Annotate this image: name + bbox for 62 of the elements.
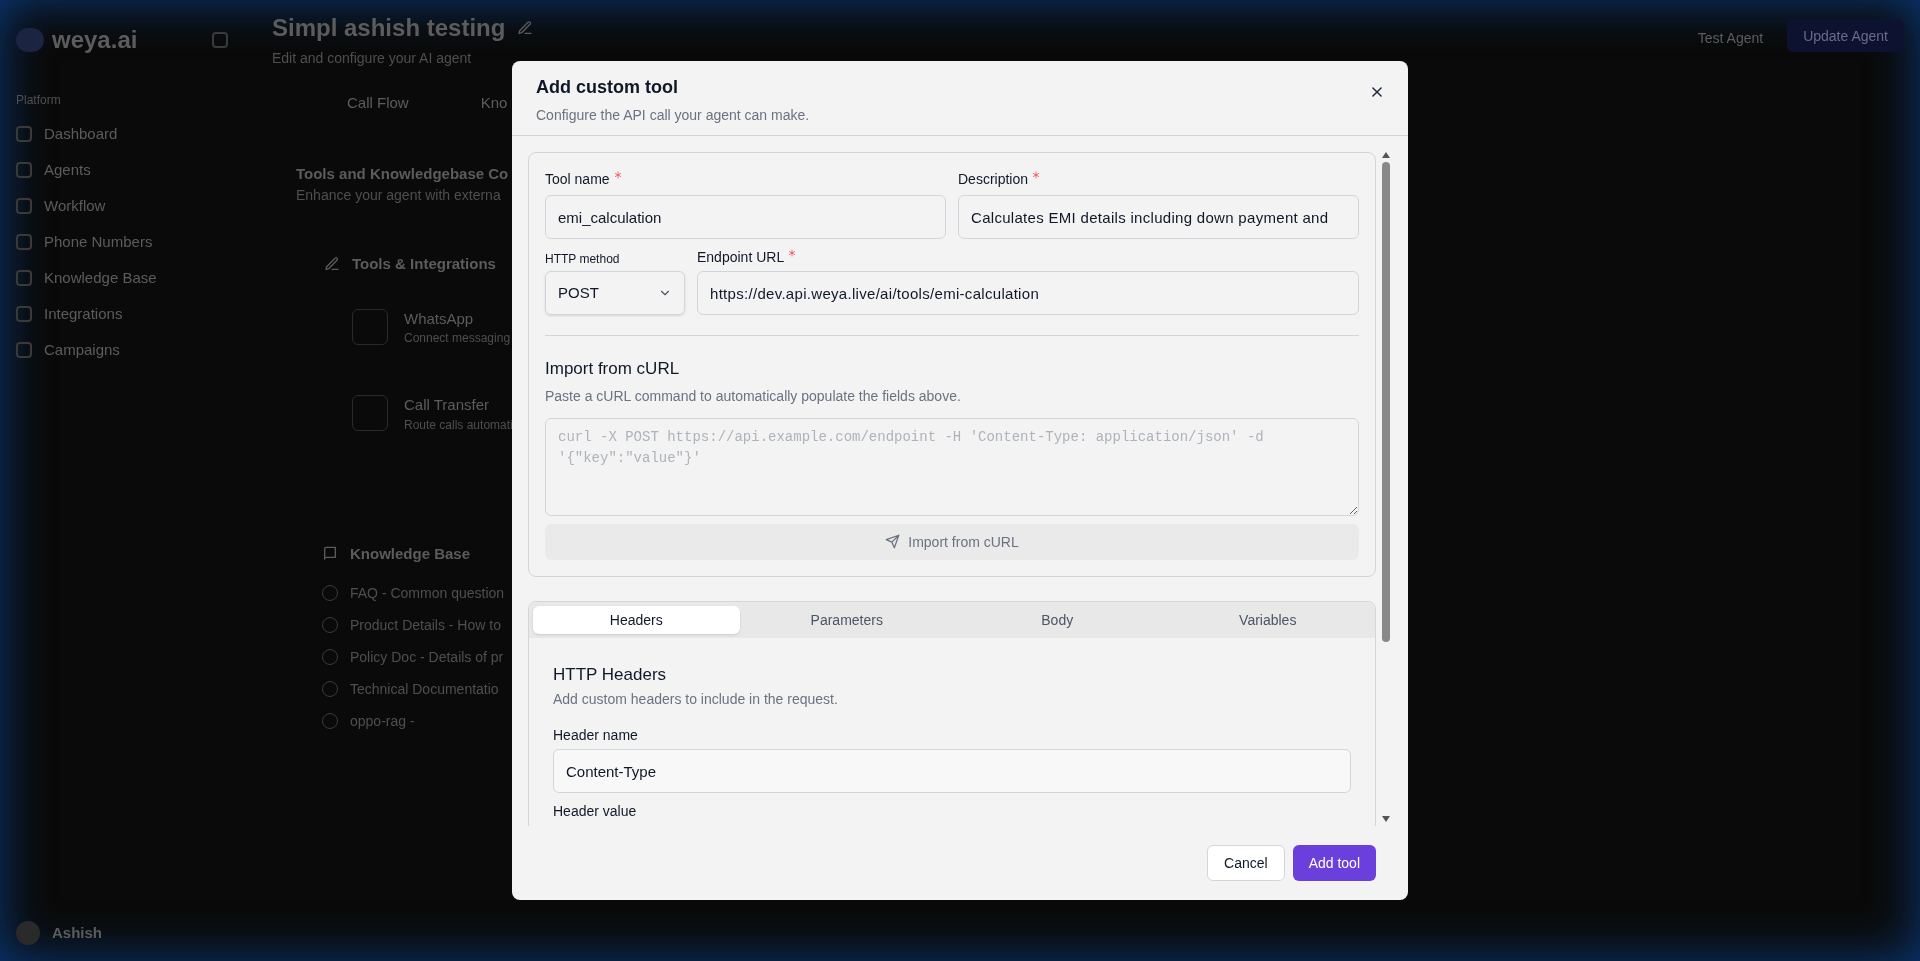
tool-description: Connect messaging bbox=[404, 330, 511, 346]
sidebar-item[interactable]: Dashboard bbox=[16, 116, 126, 152]
knowledge-item: Product Details - How to bbox=[350, 615, 501, 635]
tool-description: Route calls automati bbox=[404, 416, 513, 433]
field-label: HTTP method bbox=[545, 251, 620, 267]
knowledge-item: oppo-rag - bbox=[350, 711, 415, 731]
card-title: Knowledge Base bbox=[350, 543, 471, 564]
section-heading: HTTP Headers bbox=[553, 663, 667, 686]
field-label: Endpoint URL bbox=[697, 248, 785, 267]
knowledge-item: FAQ - Common question bbox=[350, 583, 505, 603]
sidebar-item[interactable]: Knowledge Base bbox=[16, 260, 165, 296]
tab[interactable]: Headers bbox=[533, 605, 740, 634]
edit-icon bbox=[324, 256, 340, 273]
test-agent-button[interactable]: Test Agent bbox=[1685, 28, 1776, 48]
knowledge-item: Technical Documentatio bbox=[350, 679, 499, 699]
field-label: Header name bbox=[553, 726, 638, 745]
tab[interactable]: Body bbox=[954, 605, 1161, 634]
section-label: Platform bbox=[16, 92, 61, 108]
page-subtitle: Edit and configure your AI agent bbox=[272, 49, 472, 68]
dialog-subtitle: Configure the API call your agent can make. bbox=[536, 106, 810, 125]
sidebar-toggle-icon[interactable] bbox=[212, 32, 228, 48]
sidebar-item[interactable]: Campaigns bbox=[16, 332, 128, 368]
field-label: Tool name bbox=[545, 170, 610, 189]
field-label: Description bbox=[958, 170, 1029, 189]
user-name: Ashish bbox=[52, 922, 102, 943]
send-icon bbox=[885, 534, 901, 549]
tool-name: WhatsApp bbox=[404, 308, 474, 329]
description-field[interactable]: Calculates EMI details including down payment and bbox=[958, 195, 1359, 239]
dialog-title: Add custom tool bbox=[536, 76, 678, 99]
sidebar-item[interactable]: Workflow bbox=[16, 188, 114, 224]
http-method-dropdown[interactable]: POST bbox=[545, 271, 685, 315]
sidebar-item[interactable]: Integrations bbox=[16, 296, 131, 332]
add-tool-button[interactable]: Add tool bbox=[1292, 845, 1376, 881]
logo-icon bbox=[16, 28, 44, 52]
section-subtitle: Enhance your agent with externa bbox=[296, 186, 501, 205]
card-title: Tools & Integrations bbox=[352, 254, 496, 274]
sidebar-item[interactable]: Phone Numbers bbox=[16, 224, 161, 260]
tab[interactable]: Parameters bbox=[743, 605, 950, 634]
tab[interactable]: Call Flow bbox=[347, 92, 409, 115]
tab[interactable]: Variables bbox=[1164, 605, 1371, 634]
scroll-up-arrow-icon[interactable] bbox=[1382, 152, 1390, 158]
edit-icon bbox=[517, 20, 534, 36]
page-title: Simpl ashish testing bbox=[272, 13, 506, 43]
section-hint: Add custom headers to include in the request. bbox=[553, 690, 838, 709]
avatar-icon bbox=[16, 921, 40, 945]
sidebar-item[interactable]: Agents bbox=[16, 152, 99, 188]
header-name-field[interactable]: Content-Type bbox=[553, 749, 1351, 793]
cancel-button[interactable]: Cancel bbox=[1207, 845, 1285, 881]
section-heading: Import from cURL bbox=[545, 358, 680, 380]
section-title: Tools and Knowledgebase Co bbox=[296, 163, 509, 184]
tool-name: Call Transfer bbox=[404, 395, 490, 415]
close-button[interactable] bbox=[1370, 85, 1384, 99]
update-agent-button[interactable]: Update Agent bbox=[1787, 20, 1904, 52]
logo-text: weya.ai bbox=[52, 25, 138, 55]
scrollbar-thumb[interactable] bbox=[1382, 162, 1390, 642]
scroll-down-arrow-icon[interactable] bbox=[1382, 816, 1390, 822]
tool-name-field[interactable]: emi_calculation bbox=[545, 195, 946, 239]
field-label: Header value bbox=[553, 802, 637, 821]
section-hint: Paste a cURL command to automatically populate the fields above. bbox=[545, 386, 961, 406]
knowledge-item: Policy Doc - Details of pr bbox=[350, 647, 504, 667]
tab[interactable]: Kno bbox=[480, 92, 508, 115]
endpoint-url-field[interactable]: https://dev.api.weya.live/ai/tools/emi-calculation bbox=[697, 271, 1359, 315]
